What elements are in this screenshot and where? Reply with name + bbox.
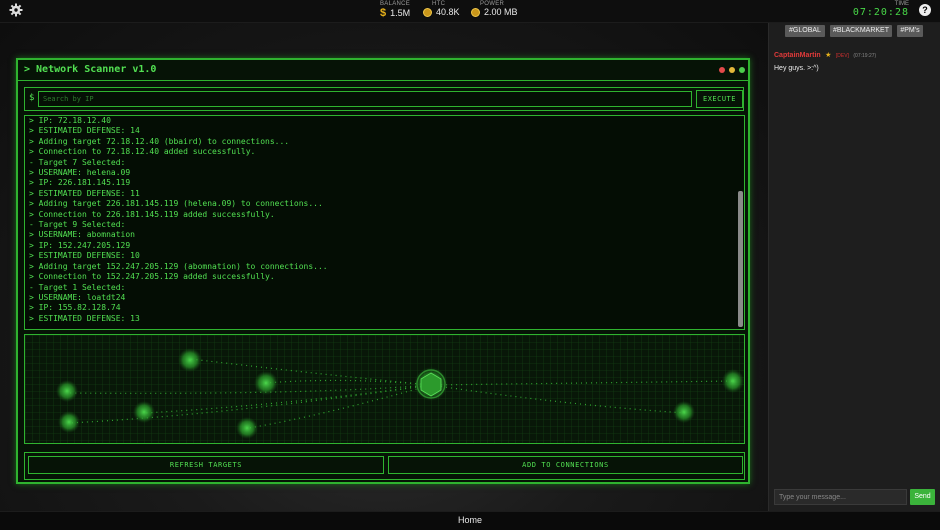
channel-tab-global[interactable]: #GLOBAL [785, 25, 825, 37]
htc-stat: HTC 40.8K [423, 1, 460, 17]
console-scrollbar-thumb[interactable] [738, 191, 743, 327]
bottom-bar: Home [0, 511, 940, 530]
htc-value: 40.8K [436, 7, 460, 17]
chat-message: CaptainMartin ★ [DEV] (07:19:27) Hey guy… [774, 44, 939, 72]
add-to-connections-button[interactable]: ADD TO CONNECTIONS [388, 456, 743, 474]
maximize-dot[interactable] [739, 67, 745, 73]
send-button[interactable]: Send [910, 489, 935, 505]
channel-tab-blackmarket[interactable]: #BLACKMARKET [830, 25, 892, 37]
prompt-symbol: $ [29, 93, 35, 103]
htc-coin-icon [423, 7, 432, 17]
chat-username[interactable]: CaptainMartin [774, 52, 821, 59]
chat-message-text: Hey guys. >:^) [774, 65, 819, 72]
console-line: > ESTIMATED DEFENSE: 10 [29, 251, 140, 261]
window-title: > Network Scanner v1.0 [24, 64, 157, 75]
console-output[interactable]: > IP: 72.18.12.40 > ESTIMATED DEFENSE: 14… [24, 115, 745, 330]
console-line: > ESTIMATED DEFENSE: 14 [29, 126, 140, 136]
workspace: > Network Scanner v1.0 $ EXECUTE > IP: 7… [0, 23, 768, 511]
console-line: > USERNAME: helena.09 [29, 168, 131, 178]
execute-button[interactable]: EXECUTE [696, 90, 743, 108]
console-line: > Adding target 152.247.205.129 (abomnat… [29, 261, 328, 271]
power-value: 2.00 MB [484, 7, 518, 17]
console-line: > Connection to 152.247.205.129 added su… [29, 272, 275, 282]
console-line: - Target 9 Selected: [29, 220, 126, 230]
gear-icon[interactable] [9, 3, 23, 17]
dollar-icon: $ [380, 7, 387, 19]
console-line: > USERNAME: loatdt24 [29, 292, 126, 302]
console-line: > Adding target 226.181.145.119 (helena.… [29, 199, 323, 209]
console-line: > IP: 155.82.128.74 [29, 303, 121, 313]
console-line: > USERNAME: abomnation [29, 230, 135, 240]
console-line: > ESTIMATED DEFENSE: 11 [29, 188, 140, 198]
time-value: 07:20:28 [852, 7, 909, 18]
search-bar: $ EXECUTE [24, 87, 744, 111]
console-line: > ESTIMATED DEFENSE: 13 [29, 313, 140, 323]
network-center-node[interactable] [414, 367, 448, 401]
refresh-targets-button[interactable]: REFRESH TARGETS [28, 456, 384, 474]
network-node[interactable] [133, 401, 155, 423]
balance-stat: BALANCE $ 1.5M [380, 1, 410, 19]
network-node[interactable] [254, 371, 278, 395]
help-icon[interactable]: ? [919, 4, 931, 16]
channel-tab-pms[interactable]: #PM's [897, 25, 923, 37]
balance-value: 1.5M [390, 8, 411, 18]
network-node[interactable] [56, 380, 78, 402]
network-node[interactable] [178, 348, 202, 372]
console-line: > Connection to 226.181.145.119 added su… [29, 209, 275, 219]
console-line: - Target 7 Selected: [29, 157, 126, 167]
console-line: > IP: 152.247.205.129 [29, 240, 131, 250]
minimize-dot[interactable] [729, 67, 735, 73]
home-link[interactable]: Home [0, 515, 940, 525]
time-display: TIME 07:20:28 [853, 1, 909, 18]
search-input[interactable] [38, 91, 692, 107]
console-lines: > IP: 72.18.12.40 > ESTIMATED DEFENSE: 14… [29, 116, 729, 324]
top-bar: BALANCE $ 1.5M HTC 40.8K POWER 2.00 MB T… [0, 0, 940, 23]
chat-message-input[interactable] [774, 489, 907, 505]
network-node[interactable] [722, 369, 744, 393]
close-dot[interactable] [719, 67, 725, 73]
console-line: > IP: 72.18.12.40 [29, 116, 111, 125]
chat-panel: #GLOBAL #BLACKMARKET #PM's CaptainMartin… [768, 23, 940, 511]
console-line: - Target 1 Selected: [29, 282, 126, 292]
console-scrollbar[interactable] [738, 117, 743, 328]
power-stat: POWER 2.00 MB [471, 1, 518, 17]
chat-timestamp: (07:19:27) [853, 53, 877, 59]
action-buttons: REFRESH TARGETS ADD TO CONNECTIONS [24, 452, 745, 480]
console-line: > Connection to 72.18.12.40 added succes… [29, 147, 256, 157]
console-line: > Adding target 72.18.12.40 (bbaird) to … [29, 136, 290, 146]
power-coin-icon [471, 7, 480, 17]
network-map[interactable] [24, 334, 745, 444]
network-map-canvas [25, 335, 744, 443]
window-titlebar[interactable]: > Network Scanner v1.0 [18, 60, 748, 81]
network-node[interactable] [58, 411, 80, 433]
chat-badge: [DEV] [835, 53, 849, 59]
network-node[interactable] [236, 417, 258, 439]
network-scanner-window: > Network Scanner v1.0 $ EXECUTE > IP: 7… [16, 58, 750, 484]
star-icon: ★ [825, 52, 832, 59]
console-line: > IP: 226.181.145.119 [29, 178, 131, 188]
network-node[interactable] [673, 401, 695, 423]
